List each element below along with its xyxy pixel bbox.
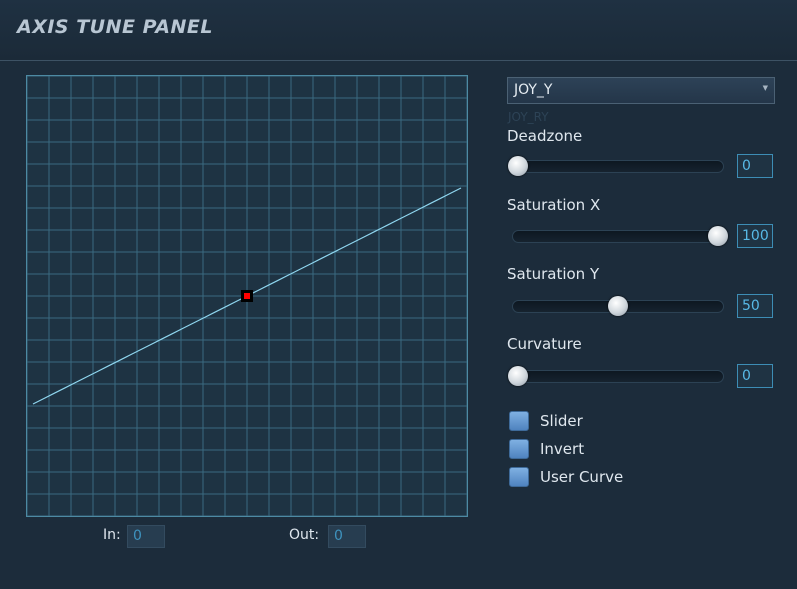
out-label: Out: <box>289 527 320 543</box>
position-marker-dot <box>244 293 250 299</box>
saturation-y-label: Saturation Y <box>507 265 600 283</box>
deadzone-label: Deadzone <box>507 127 583 145</box>
axis-dropdown-value: JOY_Y <box>514 82 553 98</box>
in-label: In: <box>103 527 121 543</box>
title-bar: AXIS TUNE PANEL <box>0 0 797 61</box>
deadzone-value-field[interactable]: 0 <box>737 154 773 178</box>
saturation-y-slider-knob[interactable] <box>608 296 628 316</box>
curve-plot <box>27 76 467 516</box>
curvature-value-field[interactable]: 0 <box>737 364 773 388</box>
invert-checkbox[interactable] <box>509 439 529 459</box>
response-curve-graph <box>26 75 468 517</box>
dropdown-ghost-text: JOY_RY <box>508 110 549 124</box>
invert-checkbox-label: Invert <box>540 440 585 458</box>
saturation-x-label: Saturation X <box>507 196 601 214</box>
saturation-y-value-field[interactable]: 50 <box>737 294 773 318</box>
curvature-slider-knob[interactable] <box>508 366 528 386</box>
in-value-field: 0 <box>127 525 165 548</box>
saturation-x-value-field[interactable]: 100 <box>737 224 773 248</box>
saturation-x-slider-track[interactable] <box>512 230 724 243</box>
out-value-field: 0 <box>328 525 366 548</box>
panel-title: AXIS TUNE PANEL <box>17 16 213 38</box>
user-curve-checkbox[interactable] <box>509 467 529 487</box>
deadzone-slider-track[interactable] <box>512 160 724 173</box>
saturation-x-slider-knob[interactable] <box>708 226 728 246</box>
curvature-label: Curvature <box>507 335 582 353</box>
curvature-slider-track[interactable] <box>512 370 724 383</box>
axis-dropdown[interactable]: JOY_Y ▼ <box>507 77 775 104</box>
slider-checkbox-label: Slider <box>540 412 583 430</box>
deadzone-slider-knob[interactable] <box>508 156 528 176</box>
user-curve-checkbox-label: User Curve <box>540 468 624 486</box>
slider-checkbox[interactable] <box>509 411 529 431</box>
chevron-down-icon: ▼ <box>762 84 768 92</box>
